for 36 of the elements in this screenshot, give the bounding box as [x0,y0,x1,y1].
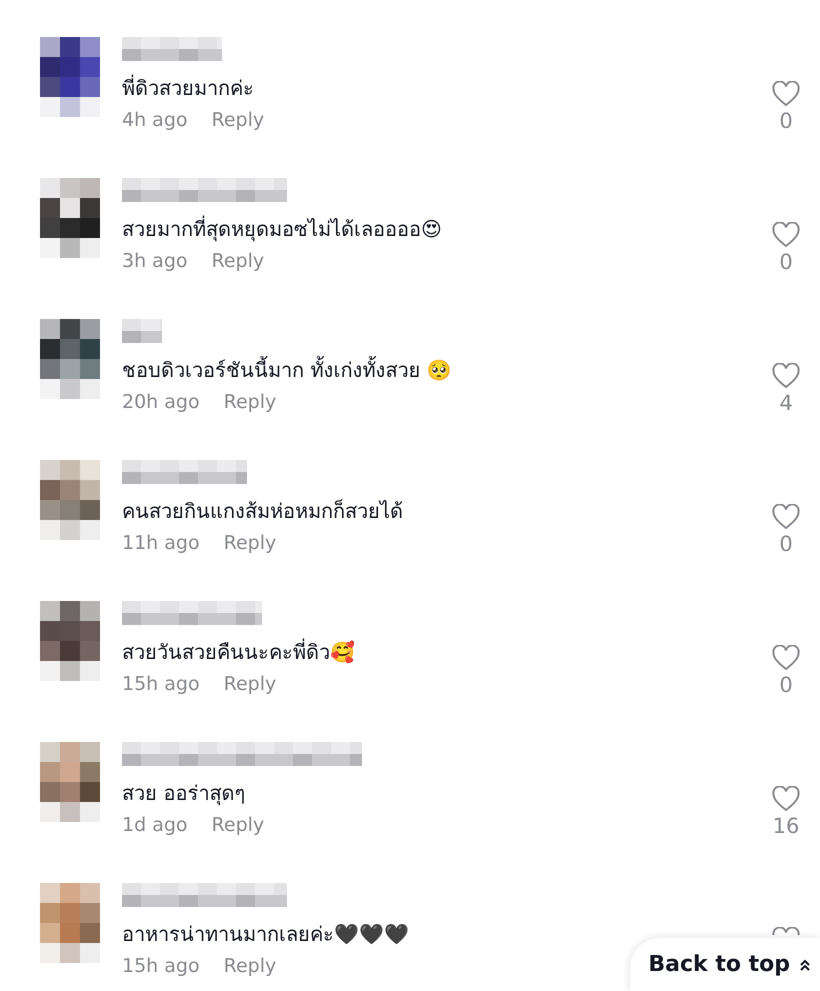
comment-time: 1d ago [122,814,188,836]
comment-text: พี่ดิวสวยมากค่ะ [122,74,255,102]
comment-text: ชอบดิวเวอร์ชันนี้มาก ทั้งเก่งทั้งสวย 🥺 [122,355,766,385]
reply-link[interactable]: Reply [224,673,276,695]
comment-time: 20h ago [122,391,200,413]
heart-icon[interactable] [772,786,800,812]
reply-link[interactable]: Reply [224,955,276,977]
heart-icon[interactable] [772,645,800,671]
like-count: 4 [779,391,793,415]
reply-link[interactable]: Reply [212,109,264,131]
like-count: 0 [779,673,793,697]
comment-time: 3h ago [122,250,188,272]
like-count: 16 [772,814,800,838]
heart-icon[interactable] [772,504,800,530]
comment-text: อาหารน่าทานมากเลยค่ะ🖤🖤🖤 [122,921,410,948]
heart-icon[interactable] [772,363,800,389]
comment-text: คนสวยกินแกงส้มห่อหมกก็สวยได้ [122,498,404,525]
heart-icon[interactable] [772,222,800,248]
comment-time: 4h ago [122,109,188,131]
blurred-username [122,319,162,343]
like-count: 0 [779,532,793,556]
comment-text: สวย ออร่าสุดๆ [122,780,246,808]
reply-link[interactable]: Reply [212,250,264,272]
reply-link[interactable]: Reply [212,814,264,836]
back-to-top-button[interactable]: Back to top [630,938,820,991]
reply-link[interactable]: Reply [224,532,276,554]
heart-icon[interactable] [772,927,800,935]
comment-time: 15h ago [122,955,200,977]
comment-time: 15h ago [122,673,200,695]
like-count: 0 [779,250,793,274]
like-count: 0 [779,109,793,133]
comment-text: สวยวันสวยคืนนะคะพี่ดิว🥰 [122,638,356,666]
heart-icon[interactable] [772,81,800,107]
reply-link[interactable]: Reply [224,391,276,413]
comment-text: สวยมากที่สุดหยุดมอซไม่ได้เลออออ😍 [122,214,443,244]
comment-time: 11h ago [122,532,200,554]
